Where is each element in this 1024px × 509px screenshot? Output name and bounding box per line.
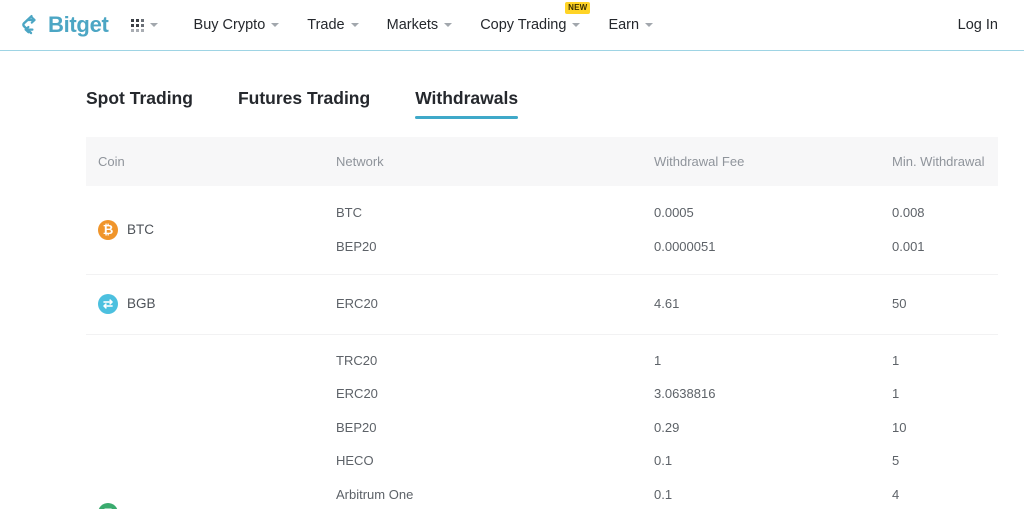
- tab-withdrawals[interactable]: Withdrawals: [415, 88, 518, 119]
- chevron-down-icon: [351, 23, 359, 27]
- grid-apps-icon: [131, 19, 144, 32]
- network-name: TRC20: [336, 353, 654, 368]
- bgb-coin-icon: ⇄: [98, 294, 118, 314]
- chevron-down-icon: [645, 23, 653, 27]
- table-row: ⇄ BGB ERC20 4.61 50: [86, 275, 998, 335]
- network-row: ERC20 3.0638816 1: [336, 377, 998, 411]
- top-navigation-bar: Bitget Buy Crypto Trade Markets NEW Copy…: [0, 0, 1024, 51]
- tab-futures-trading[interactable]: Futures Trading: [238, 88, 370, 119]
- network-name: ERC20: [336, 386, 654, 401]
- nav-item-trade[interactable]: Trade: [293, 0, 372, 50]
- coin-name: BTC: [127, 222, 154, 237]
- network-rows: ERC20 4.61 50: [336, 287, 998, 321]
- page-tabs: Spot Trading Futures Trading Withdrawals: [0, 51, 1024, 119]
- min-withdrawal: 0.008: [892, 205, 998, 220]
- network-row: BTC 0.0005 0.008: [336, 196, 998, 230]
- coin-cell: ₮ USDT: [86, 344, 336, 509]
- login-button[interactable]: Log In: [954, 11, 1002, 39]
- network-row: Arbitrum One 0.1 4: [336, 478, 998, 509]
- bitget-logo[interactable]: Bitget: [18, 13, 109, 37]
- usdt-coin-icon: ₮: [98, 503, 118, 509]
- column-header-network: Network: [336, 154, 654, 169]
- network-rows: TRC20 1 1 ERC20 3.0638816 1 BEP20 0.29 1…: [336, 344, 998, 509]
- min-withdrawal: 0.001: [892, 239, 998, 254]
- nav-item-label: Buy Crypto: [194, 0, 266, 50]
- apps-menu-button[interactable]: [131, 19, 158, 32]
- network-row: TRC20 1 1: [336, 344, 998, 378]
- withdrawal-fee: 0.1: [654, 487, 892, 502]
- chevron-down-icon: [271, 23, 279, 27]
- table-row: ₿ BTC BTC 0.0005 0.008 BEP20 0.0000051 0…: [86, 186, 998, 275]
- network-row: BEP20 0.0000051 0.001: [336, 230, 998, 264]
- bitget-swirl-logo-icon: [18, 13, 42, 37]
- column-header-min-withdrawal: Min. Withdrawal: [892, 154, 998, 169]
- nav-items: Buy Crypto Trade Markets NEW Copy Tradin…: [180, 0, 668, 50]
- withdrawal-fee: 1: [654, 353, 892, 368]
- withdrawal-fee: 0.29: [654, 420, 892, 435]
- chevron-down-icon: [150, 23, 158, 27]
- chevron-down-icon: [572, 23, 580, 27]
- network-row: BEP20 0.29 10: [336, 411, 998, 445]
- column-header-withdrawal-fee: Withdrawal Fee: [654, 154, 892, 169]
- min-withdrawal: 10: [892, 420, 998, 435]
- column-header-coin: Coin: [86, 154, 336, 169]
- nav-item-markets[interactable]: Markets: [373, 0, 467, 50]
- nav-item-copy-trading[interactable]: NEW Copy Trading: [466, 0, 594, 50]
- logo-text: Bitget: [48, 14, 109, 36]
- table-header-row: Coin Network Withdrawal Fee Min. Withdra…: [86, 137, 998, 186]
- withdrawal-fee: 3.0638816: [654, 386, 892, 401]
- btc-coin-icon: ₿: [98, 220, 118, 240]
- network-name: Arbitrum One: [336, 487, 654, 502]
- network-name: BTC: [336, 205, 654, 220]
- min-withdrawal: 1: [892, 386, 998, 401]
- coin-cell: ⇄ BGB: [86, 287, 336, 321]
- withdrawal-fee: 0.0000051: [654, 239, 892, 254]
- tab-spot-trading[interactable]: Spot Trading: [86, 88, 193, 119]
- withdrawal-fee: 4.61: [654, 296, 892, 311]
- min-withdrawal: 1: [892, 353, 998, 368]
- coin-cell: ₿ BTC: [86, 196, 336, 263]
- nav-item-label: Markets: [387, 0, 439, 50]
- network-name: ERC20: [336, 296, 654, 311]
- withdrawal-fee: 0.1: [654, 453, 892, 468]
- chevron-down-icon: [444, 23, 452, 27]
- network-rows: BTC 0.0005 0.008 BEP20 0.0000051 0.001: [336, 196, 998, 263]
- nav-item-label: Trade: [307, 0, 344, 50]
- network-row: HECO 0.1 5: [336, 444, 998, 478]
- min-withdrawal: 50: [892, 296, 998, 311]
- nav-item-earn[interactable]: Earn: [594, 0, 667, 50]
- nav-item-buy-crypto[interactable]: Buy Crypto: [180, 0, 294, 50]
- withdrawals-table: Coin Network Withdrawal Fee Min. Withdra…: [86, 137, 998, 509]
- network-name: BEP20: [336, 239, 654, 254]
- network-name: HECO: [336, 453, 654, 468]
- min-withdrawal: 4: [892, 487, 998, 502]
- network-name: BEP20: [336, 420, 654, 435]
- coin-name: BGB: [127, 296, 156, 311]
- new-badge: NEW: [565, 2, 590, 14]
- network-row: ERC20 4.61 50: [336, 287, 998, 321]
- nav-item-label: Earn: [608, 0, 639, 50]
- min-withdrawal: 5: [892, 453, 998, 468]
- nav-item-label: Copy Trading: [480, 0, 566, 50]
- withdrawal-fee: 0.0005: [654, 205, 892, 220]
- table-row: ₮ USDT TRC20 1 1 ERC20 3.0638816 1 BEP20…: [86, 335, 998, 509]
